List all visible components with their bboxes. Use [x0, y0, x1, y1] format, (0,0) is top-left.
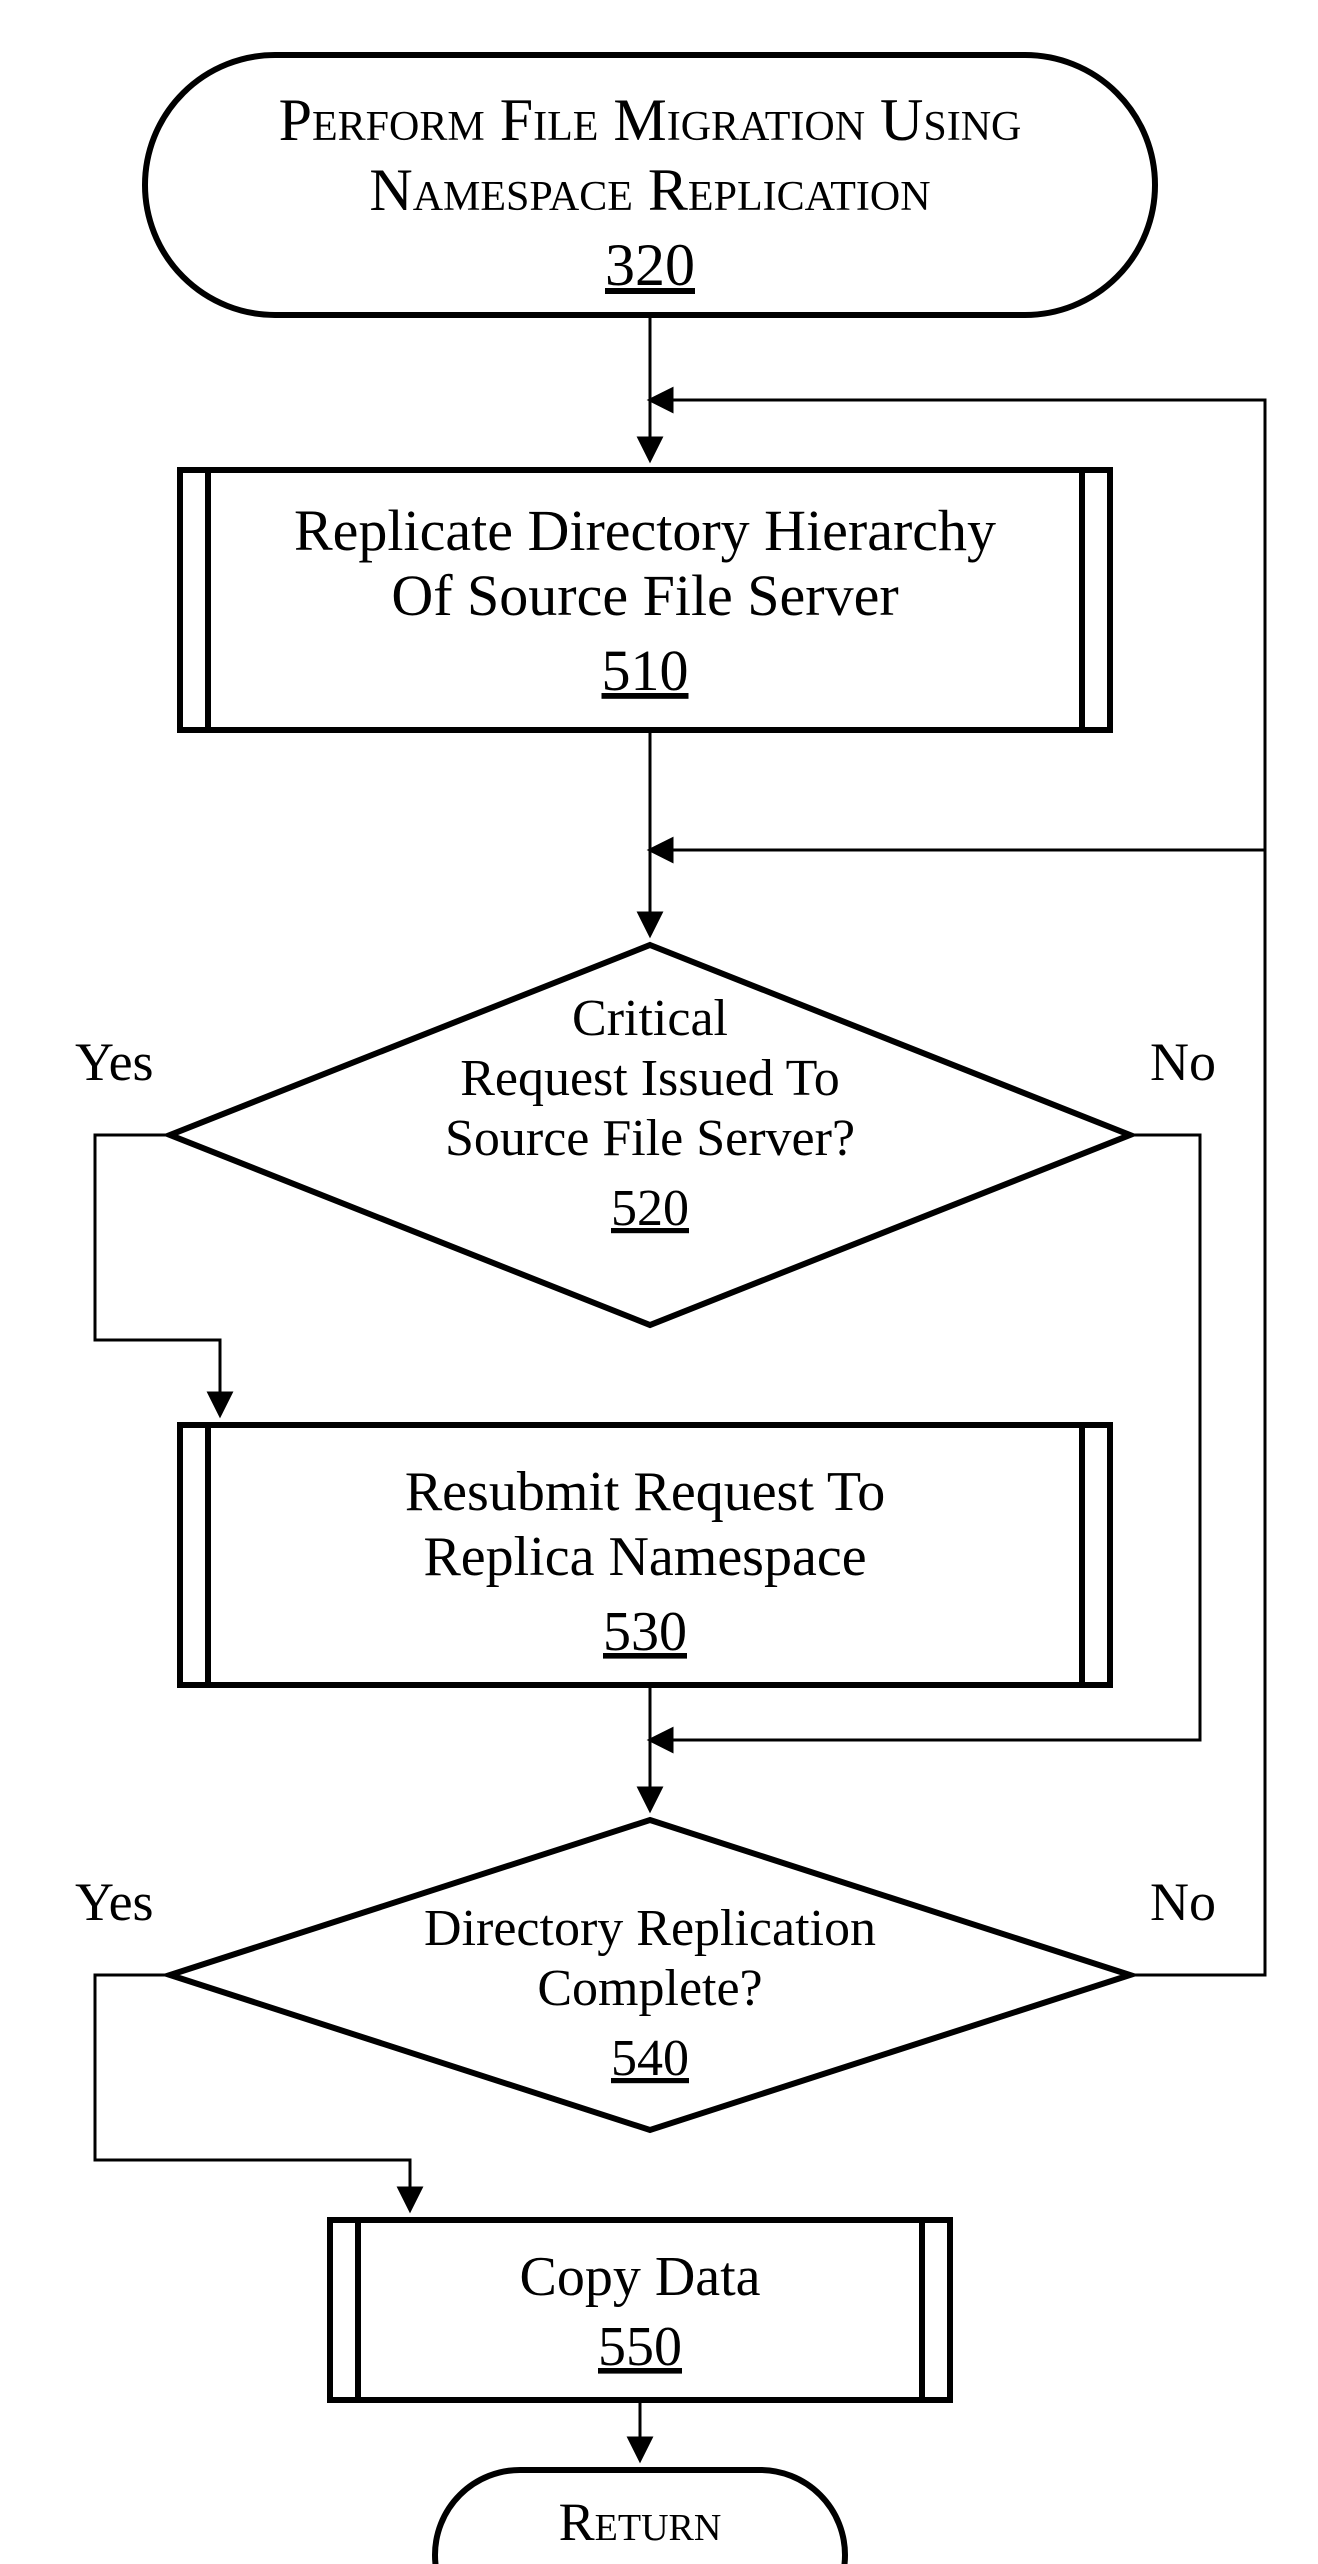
- node-complete: Directory Replication Complete? 540: [170, 1820, 1130, 2130]
- node-return: Return 595: [435, 2470, 845, 2564]
- critical-line1: Critical: [572, 990, 728, 1047]
- return-line1: Return: [559, 2492, 722, 2552]
- resubmit-line2: Replica Namespace: [423, 1526, 866, 1588]
- flowchart: Perform File Migration Using Namespace R…: [0, 0, 1318, 2564]
- replicate-line2: Of Source File Server: [391, 563, 898, 628]
- critical-line3: Source File Server?: [445, 1110, 855, 1167]
- complete-line2: Complete?: [537, 1960, 762, 2017]
- complete-line1: Directory Replication: [424, 1900, 876, 1957]
- start-line1: Perform File Migration Using: [279, 87, 1022, 153]
- resubmit-num: 530: [603, 1601, 687, 1663]
- copy-num: 550: [598, 2316, 682, 2378]
- return-num: 595: [600, 2557, 681, 2564]
- node-start: Perform File Migration Using Namespace R…: [145, 55, 1155, 315]
- replicate-line1: Replicate Directory Hierarchy: [294, 498, 996, 563]
- node-replicate: Replicate Directory Hierarchy Of Source …: [180, 470, 1110, 730]
- node-resubmit: Resubmit Request To Replica Namespace 53…: [180, 1425, 1110, 1685]
- complete-yes: Yes: [75, 1872, 154, 1932]
- critical-line2: Request Issued To: [460, 1050, 840, 1107]
- complete-no: No: [1150, 1872, 1216, 1932]
- resubmit-line1: Resubmit Request To: [405, 1461, 885, 1523]
- complete-num: 540: [611, 2030, 689, 2087]
- node-copy: Copy Data 550: [330, 2220, 950, 2400]
- critical-no: No: [1150, 1032, 1216, 1092]
- critical-num: 520: [611, 1180, 689, 1237]
- start-line2: Namespace Replication: [369, 157, 930, 223]
- critical-yes: Yes: [75, 1032, 154, 1092]
- replicate-num: 510: [602, 638, 689, 703]
- copy-line1: Copy Data: [519, 2246, 760, 2308]
- start-num: 320: [605, 232, 695, 298]
- node-critical: Critical Request Issued To Source File S…: [170, 945, 1130, 1325]
